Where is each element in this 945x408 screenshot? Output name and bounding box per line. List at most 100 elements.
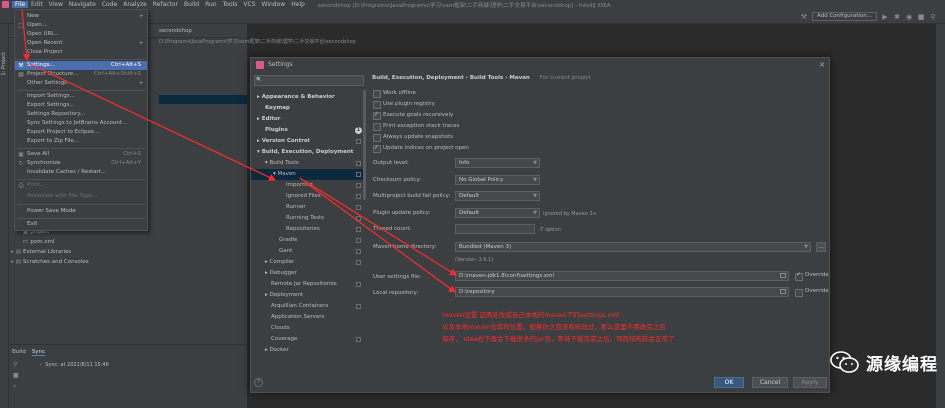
tree-build-execution-deployment[interactable]: ▾ Build, Execution, Deployment <box>251 147 365 158</box>
run-icon[interactable]: ▶ <box>881 13 889 21</box>
tree-application-servers[interactable]: Application Servers <box>251 312 365 323</box>
menu-item-open-recent[interactable]: Open Recent ▸ <box>15 39 147 48</box>
menu-refactor[interactable]: Refactor <box>150 1 181 8</box>
tab-sync[interactable]: Sync <box>31 349 46 356</box>
help-button[interactable]: ? <box>254 378 263 387</box>
menu-item-power-save[interactable]: Power Save Mode <box>15 207 147 216</box>
menu-item-export-eclipse[interactable]: Export Project to Eclipse... <box>15 128 147 137</box>
menu-item-save-all[interactable]: ▣ Save All Ctrl+S <box>15 150 147 159</box>
menu-window[interactable]: Window <box>259 1 289 8</box>
cancel-button[interactable]: Cancel <box>752 377 788 388</box>
tree-ignored-files[interactable]: Ignored Files <box>251 191 365 202</box>
multiproject-fail-select[interactable]: Default ▼ <box>455 191 540 201</box>
menu-item-open[interactable]: □ Open... <box>15 21 147 30</box>
settings-search-input[interactable] <box>254 75 364 86</box>
menu-item-open-url[interactable]: Open URL... <box>15 30 147 39</box>
tree-gant[interactable]: Gant <box>251 246 365 257</box>
tree-arquillian[interactable]: Arquillian Containers <box>251 301 365 312</box>
folder-browse-icon[interactable] <box>780 289 786 294</box>
menu-item-associate-file-type[interactable]: Associate with File Type... <box>15 192 147 201</box>
checkbox-work-offline[interactable]: Work offline <box>373 89 416 98</box>
menu-help[interactable]: Help <box>288 1 308 8</box>
tree-scrollbar[interactable] <box>363 90 366 200</box>
menu-item-invalidate-caches[interactable]: Invalidate Caches / Restart... <box>15 168 147 177</box>
menu-item-sync-jetbrains[interactable]: Sync Settings to JetBrains Account... <box>15 119 147 128</box>
menu-item-synchronize[interactable]: ↻ Synchronize Ctrl+Alt+Y <box>15 159 147 168</box>
tree-maven[interactable]: ▾ Maven <box>251 169 365 180</box>
build-hammer-icon[interactable]: ⚒ <box>800 13 808 21</box>
menu-item-import-settings[interactable]: Import Settings... <box>15 92 147 101</box>
checkbox-update-indices[interactable]: Update indices on project open <box>373 143 469 153</box>
menu-item-export-zip[interactable]: Export to Zip File... <box>15 137 147 146</box>
user-settings-override-checkbox[interactable]: Override <box>795 271 829 281</box>
menu-item-settings-repository[interactable]: Settings Repository... <box>15 110 147 119</box>
menu-navigate[interactable]: Navigate <box>66 1 99 8</box>
menu-tools[interactable]: Tools <box>220 1 241 8</box>
filter-icon[interactable]: ▿ <box>13 383 19 390</box>
maven-home-browse-button[interactable]: … <box>816 242 826 252</box>
project-tool-tab[interactable]: 1: Project <box>1 52 7 76</box>
close-icon[interactable]: ✕ <box>819 58 825 72</box>
add-configuration-button[interactable]: Add Configuration... <box>812 12 877 21</box>
menu-item-settings[interactable]: ⚒ Settings... Ctrl+Alt+S <box>15 61 147 70</box>
project-selected-row[interactable] <box>159 95 247 104</box>
menu-edit[interactable]: Edit <box>28 1 46 8</box>
ok-button[interactable]: OK <box>714 377 744 388</box>
tree-importing[interactable]: Importing <box>251 180 365 191</box>
menu-item-other-settings[interactable]: Other Settings ▸ <box>15 79 147 88</box>
menu-build[interactable]: Build <box>181 1 202 8</box>
local-repo-override-checkbox[interactable]: Override <box>795 288 829 297</box>
tree-item-scratches[interactable]: ▸ ▤ Scratches and Consoles <box>11 258 89 267</box>
checkbox-use-plugin-registry[interactable]: Use plugin registry <box>373 100 435 109</box>
tree-repositories[interactable]: Repositories <box>251 224 365 235</box>
menu-item-project-structure[interactable]: ▦ Project Structure... Ctrl+Alt+Shift+S <box>15 70 147 79</box>
local-repo-input[interactable]: D:\repository <box>455 287 789 297</box>
output-level-select[interactable]: Info ▼ <box>455 158 540 168</box>
tree-build-tools[interactable]: ▾ Build Tools <box>251 158 365 169</box>
menu-item-exit[interactable]: Exit <box>15 220 147 229</box>
menu-item-close-project[interactable]: Close Project <box>15 48 147 57</box>
menu-code[interactable]: Code <box>99 1 120 8</box>
tree-item-pom[interactable]: m pom.xml <box>23 238 54 247</box>
user-settings-input[interactable]: D:\maven-jdk1.8\conf\settings.xml <box>455 271 789 281</box>
plugin-update-select[interactable]: Default ▼ <box>455 208 540 218</box>
checkbox-always-update-snapshots[interactable]: Always update snapshots <box>373 133 453 142</box>
debug-icon[interactable]: ✱ <box>893 13 901 21</box>
menu-item-print[interactable]: ⎙ Print... <box>15 181 147 190</box>
tree-editor[interactable]: ▸ Editor <box>251 114 365 125</box>
thread-count-input[interactable] <box>455 224 535 234</box>
checkbox-execute-goals-recursively[interactable]: Execute goals recursively <box>373 110 453 120</box>
tree-item-external-libraries[interactable]: ▸ ▤ External Libraries <box>11 248 71 257</box>
menu-item-export-settings[interactable]: Export Settings... <box>15 101 147 110</box>
checkbox-print-exception-stack-traces[interactable]: Print exception stack traces <box>373 122 459 131</box>
search-everywhere-icon[interactable]: ⚲ <box>929 13 937 21</box>
tree-coverage[interactable]: Coverage <box>251 334 365 345</box>
tree-version-control[interactable]: ▸ Version Control <box>251 136 365 147</box>
tab-build[interactable]: Build <box>12 349 26 356</box>
menu-analyze[interactable]: Analyze <box>120 1 150 8</box>
menu-file[interactable]: File <box>12 1 29 8</box>
tree-running-tests[interactable]: Running Tests <box>251 213 365 224</box>
tree-docker[interactable]: ▸ Docker <box>251 345 365 356</box>
tree-appearance[interactable]: ▸ Appearance & Behavior <box>251 92 365 103</box>
tree-remote-jar-repos[interactable]: Remote Jar Repositories <box>251 279 365 290</box>
menu-vcs[interactable]: VCS <box>240 1 258 8</box>
pin-icon[interactable]: ⚲ <box>13 361 19 368</box>
tree-runner[interactable]: Runner <box>251 202 365 213</box>
stop-icon[interactable]: ■ <box>13 372 19 379</box>
apply-button[interactable]: Apply <box>793 377 827 388</box>
coverage-icon[interactable]: ◉ <box>905 13 913 21</box>
tree-plugins[interactable]: Plugins 1 <box>251 125 365 136</box>
tree-deployment[interactable]: ▸ Deployment <box>251 290 365 301</box>
maven-home-select[interactable]: Bundled (Maven 3) ▼ <box>455 242 811 252</box>
tree-keymap[interactable]: Keymap <box>251 103 365 114</box>
tree-debugger[interactable]: ▸ Debugger <box>251 268 365 279</box>
checksum-policy-select[interactable]: No Global Policy ▼ <box>455 175 540 185</box>
menu-view[interactable]: View <box>46 1 66 8</box>
tree-clouds[interactable]: Clouds <box>251 323 365 334</box>
folder-browse-icon[interactable] <box>780 273 786 278</box>
tree-compiler[interactable]: ▸ Compiler <box>251 257 365 268</box>
menu-run[interactable]: Run <box>202 1 220 8</box>
stop-icon[interactable]: ■ <box>917 13 925 21</box>
menu-item-new[interactable]: New ▸ <box>15 12 147 21</box>
